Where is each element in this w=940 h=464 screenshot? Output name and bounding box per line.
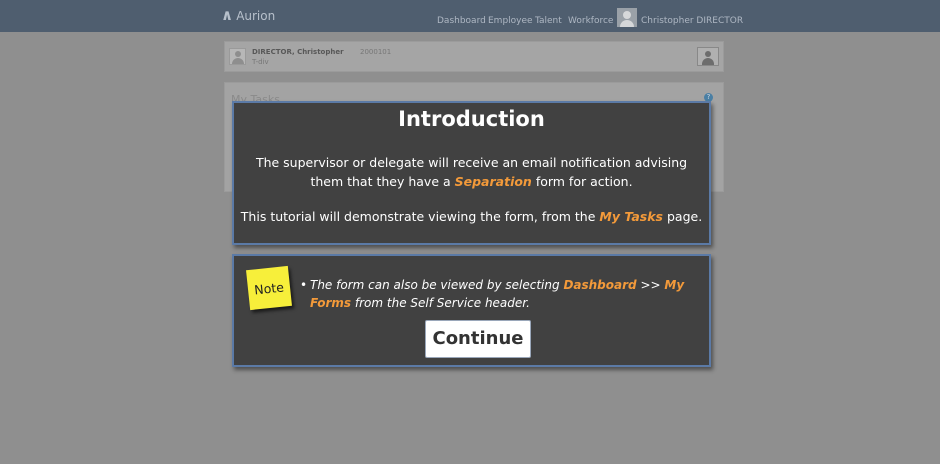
logo-text: Aurion <box>236 8 276 23</box>
user-avatar-icon <box>617 8 637 27</box>
app-header: ∧ Aurion Dashboard Employee Talent Workf… <box>0 0 940 32</box>
note-text-end: from the Self Service header. <box>351 296 530 310</box>
intro-p1-tail: form for action. <box>531 174 633 189</box>
nav-talent[interactable]: Talent <box>535 16 562 26</box>
user-menu[interactable]: Christopher DIRECTOR <box>617 8 743 27</box>
my-tasks-highlight: My Tasks <box>599 209 664 224</box>
dashboard-highlight: Dashboard <box>563 278 637 292</box>
note-dialog: Note • The form can also be viewed by se… <box>232 254 711 367</box>
continue-button[interactable]: Continue <box>425 320 531 358</box>
note-separator: >> <box>636 278 665 292</box>
employee-avatar-icon <box>229 48 246 65</box>
intro-p2-text: This tutorial will demonstrate viewing t… <box>240 209 600 224</box>
intro-paragraph-1: The supervisor or delegate will receive … <box>242 153 701 191</box>
employee-name: DIRECTOR, Christopher <box>252 48 344 56</box>
bullet: • <box>300 278 308 292</box>
note-sticky-icon: Note <box>246 265 292 311</box>
nav-dashboard[interactable]: Dashboard <box>437 16 486 26</box>
employee-id: 2000101 <box>360 48 392 56</box>
intro-paragraph-2: This tutorial will demonstrate viewing t… <box>234 207 709 226</box>
note-text-start: The form can also be viewed by selecting <box>310 278 564 292</box>
nav-employee[interactable]: Employee <box>488 16 533 26</box>
introduction-dialog: Introduction The supervisor or delegate … <box>232 101 711 245</box>
aurion-logo-icon: ∧ <box>221 6 234 24</box>
dialog-title: Introduction <box>398 107 545 131</box>
intro-p2-tail: page. <box>663 209 703 224</box>
note-body: The form can also be viewed by selecting… <box>300 276 705 312</box>
separation-highlight: Separation <box>454 174 532 189</box>
profile-button[interactable] <box>697 47 719 66</box>
user-name: Christopher DIRECTOR <box>641 15 744 26</box>
app-logo[interactable]: ∧ Aurion <box>221 8 275 23</box>
employee-profile-card: DIRECTOR, Christopher 2000101 T-div <box>224 41 724 72</box>
employee-subtitle: T-div <box>252 58 269 66</box>
nav-workforce[interactable]: Workforce <box>568 16 613 26</box>
note-text: • The form can also be viewed by selecti… <box>300 276 705 312</box>
note-label: Note <box>253 278 285 298</box>
